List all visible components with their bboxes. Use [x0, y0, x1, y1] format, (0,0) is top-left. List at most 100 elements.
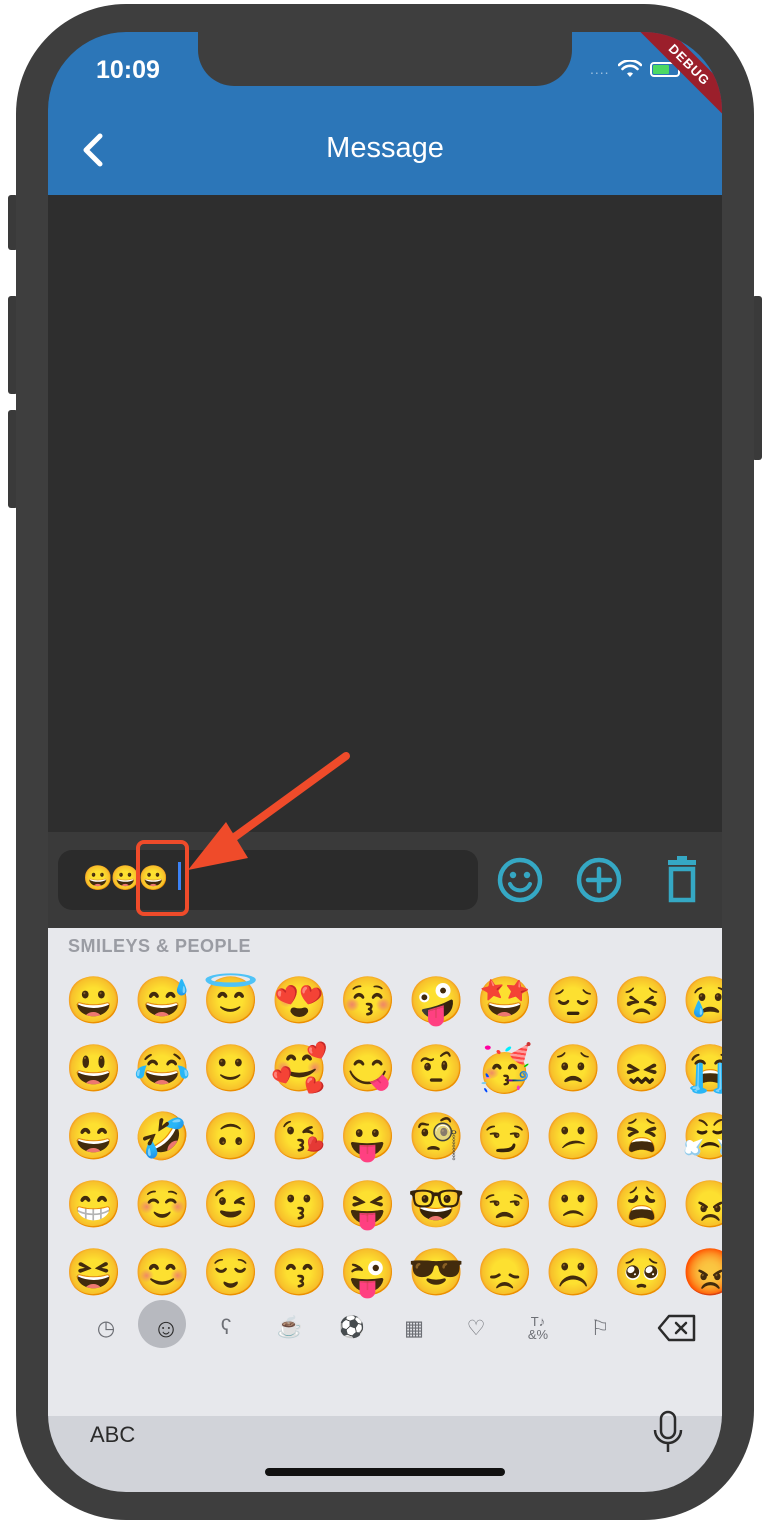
smiley-face-icon — [497, 857, 543, 903]
emoji-key[interactable]: 🙂 — [202, 1034, 271, 1102]
emoji-key[interactable]: 😁 — [65, 1170, 134, 1238]
emoji-key[interactable]: 😒 — [476, 1170, 545, 1238]
signal-icon: .... — [590, 61, 610, 77]
delete-button[interactable] — [656, 854, 708, 906]
emoji-key[interactable]: 😄 — [65, 1102, 134, 1170]
category-travel-tab[interactable]: ▦ — [396, 1310, 432, 1346]
backspace-icon — [657, 1314, 696, 1342]
status-time: 10:09 — [96, 56, 160, 84]
debug-banner: DEBUG — [628, 32, 722, 126]
emoji-key[interactable]: 😍 — [271, 966, 340, 1034]
trash-icon — [668, 856, 696, 903]
emoji-key[interactable]: 🙃 — [202, 1102, 271, 1170]
soccer-ball-icon: ⚽ — [338, 1316, 366, 1339]
emoji-key[interactable]: 😘 — [271, 1102, 340, 1170]
emoji-key[interactable]: 🤓 — [408, 1170, 477, 1238]
phone-screen: 10:09 .... DEBUG Message 😀😀😀 SMILEYS & P… — [48, 32, 722, 1492]
message-input[interactable]: 😀😀😀 — [58, 850, 478, 910]
category-objects-tab[interactable]: ♡ — [458, 1310, 494, 1346]
emoji-key[interactable]: 🤪 — [408, 966, 477, 1034]
category-symbols-tab[interactable]: T♪ &% — [520, 1310, 556, 1346]
emoji-key[interactable]: 😫 — [613, 1102, 682, 1170]
emoji-row: 😆 😊 😌 😙 😜 😎 😞 ☹️ 🥺 😡 — [65, 1238, 722, 1306]
emoji-key[interactable]: 😋 — [339, 1034, 408, 1102]
emoji-key[interactable]: 😏 — [476, 1102, 545, 1170]
emoji-key[interactable]: 😚 — [339, 966, 408, 1034]
emoji-key[interactable]: 😙 — [271, 1238, 340, 1306]
emoji-key[interactable]: 😢 — [682, 966, 723, 1034]
emoji-key[interactable]: 🧐 — [408, 1102, 477, 1170]
emoji-key[interactable]: 🤨 — [408, 1034, 477, 1102]
category-flags-tab[interactable]: ⚐ — [582, 1310, 618, 1346]
composer-bar: 😀😀😀 — [48, 832, 722, 928]
emoji-key[interactable]: 😅 — [134, 966, 203, 1034]
burger-icon: ☕ — [276, 1316, 304, 1339]
emoji-key[interactable]: 😆 — [65, 1238, 134, 1306]
emoji-key[interactable]: 😊 — [134, 1238, 203, 1306]
emoji-key[interactable]: 😕 — [545, 1102, 614, 1170]
emoji-key[interactable]: 😉 — [202, 1170, 271, 1238]
emoji-key[interactable]: 😜 — [339, 1238, 408, 1306]
emoji-grid: 😀 😅 😇 😍 😚 🤪 🤩 😔 😣 😢 😃 😂 🙂 🥰 😋 🤨 🥳 😟 😖 😭 😄 🤣 🙃 😘 😛 🧐 😏 😕 😫 😤 😁 ☺️ 😉 😗 😝 🤓 😒 🙁 😩… — [65, 966, 722, 1306]
status-icons: .... — [590, 60, 680, 78]
flag-icon: ⚐ — [590, 1316, 610, 1340]
emoji-key[interactable]: 😎 — [408, 1238, 477, 1306]
wifi-icon — [617, 60, 642, 77]
backspace-key[interactable] — [656, 1310, 698, 1346]
dictation-button[interactable] — [650, 1410, 686, 1456]
emoji-key[interactable]: 😠 — [682, 1170, 723, 1238]
emoji-key[interactable]: 😭 — [682, 1034, 723, 1102]
emoji-key[interactable]: 😟 — [545, 1034, 614, 1102]
smiley-icon: ☺ — [152, 1312, 180, 1343]
emoji-key[interactable]: 🙁 — [545, 1170, 614, 1238]
emoji-row: 😃 😂 🙂 🥰 😋 🤨 🥳 😟 😖 😭 — [65, 1034, 722, 1102]
emoji-key[interactable]: 😝 — [339, 1170, 408, 1238]
emoji-key[interactable]: 😀 — [65, 966, 134, 1034]
add-button[interactable] — [573, 854, 625, 906]
notch — [198, 32, 572, 86]
plus-circle-icon — [576, 857, 622, 903]
emoji-key[interactable]: 🥺 — [613, 1238, 682, 1306]
category-recent-tab[interactable]: ◷ — [88, 1310, 124, 1346]
abc-key[interactable]: ABC — [90, 1422, 135, 1448]
category-smileys-tab[interactable]: ☺ — [148, 1310, 184, 1346]
emoji-key[interactable]: ☹️ — [545, 1238, 614, 1306]
emoji-key[interactable]: 😣 — [613, 966, 682, 1034]
emoji-key[interactable]: ☺️ — [134, 1170, 203, 1238]
page-title: Message — [326, 132, 444, 164]
emoji-category-title: SMILEYS & PEOPLE — [68, 936, 252, 956]
emoji-key[interactable]: 😇 — [202, 966, 271, 1034]
category-animals-tab[interactable]: ʕ — [208, 1310, 244, 1346]
clock-icon: ◷ — [96, 1316, 116, 1340]
emoji-key[interactable]: 😡 — [682, 1238, 723, 1306]
app-bar: 10:09 .... DEBUG Message — [48, 32, 722, 195]
emoji-key[interactable]: 🤣 — [134, 1102, 203, 1170]
lightbulb-icon: ♡ — [466, 1316, 486, 1340]
category-food-tab[interactable]: ☕ — [272, 1310, 308, 1346]
emoji-keyboard: SMILEYS & PEOPLE 😀 😅 😇 😍 😚 🤪 🤩 😔 😣 😢 😃 😂 🙂 🥰 😋 🤨 🥳 😟 😖 😭 😄 🤣 🙃… — [48, 928, 722, 1492]
emoji-key[interactable]: 😛 — [339, 1102, 408, 1170]
emoji-key[interactable]: 🤩 — [476, 966, 545, 1034]
emoji-key[interactable]: 🥰 — [271, 1034, 340, 1102]
building-icon: ▦ — [404, 1316, 424, 1340]
emoji-key[interactable]: 😗 — [271, 1170, 340, 1238]
symbols-icon: T♪ &% — [527, 1314, 549, 1342]
message-list — [48, 195, 722, 832]
emoji-key[interactable]: 😔 — [545, 966, 614, 1034]
emoji-key[interactable]: 😩 — [613, 1170, 682, 1238]
emoji-row: 😀 😅 😇 😍 😚 🤪 🤩 😔 😣 😢 — [65, 966, 722, 1034]
emoji-key[interactable]: 😖 — [613, 1034, 682, 1102]
microphone-icon — [653, 1410, 683, 1452]
emoji-toggle-button[interactable] — [494, 854, 546, 906]
annotation-highlight-box — [136, 840, 189, 916]
emoji-key[interactable]: 🥳 — [476, 1034, 545, 1102]
emoji-key[interactable]: 😤 — [682, 1102, 723, 1170]
emoji-row: 😁 ☺️ 😉 😗 😝 🤓 😒 🙁 😩 😠 — [65, 1170, 722, 1238]
emoji-key[interactable]: 😃 — [65, 1034, 134, 1102]
emoji-key[interactable]: 😞 — [476, 1238, 545, 1306]
emoji-key[interactable]: 😌 — [202, 1238, 271, 1306]
home-indicator — [265, 1468, 505, 1476]
emoji-key[interactable]: 😂 — [134, 1034, 203, 1102]
bear-icon: ʕ — [220, 1316, 232, 1339]
category-activity-tab[interactable]: ⚽ — [334, 1310, 370, 1346]
